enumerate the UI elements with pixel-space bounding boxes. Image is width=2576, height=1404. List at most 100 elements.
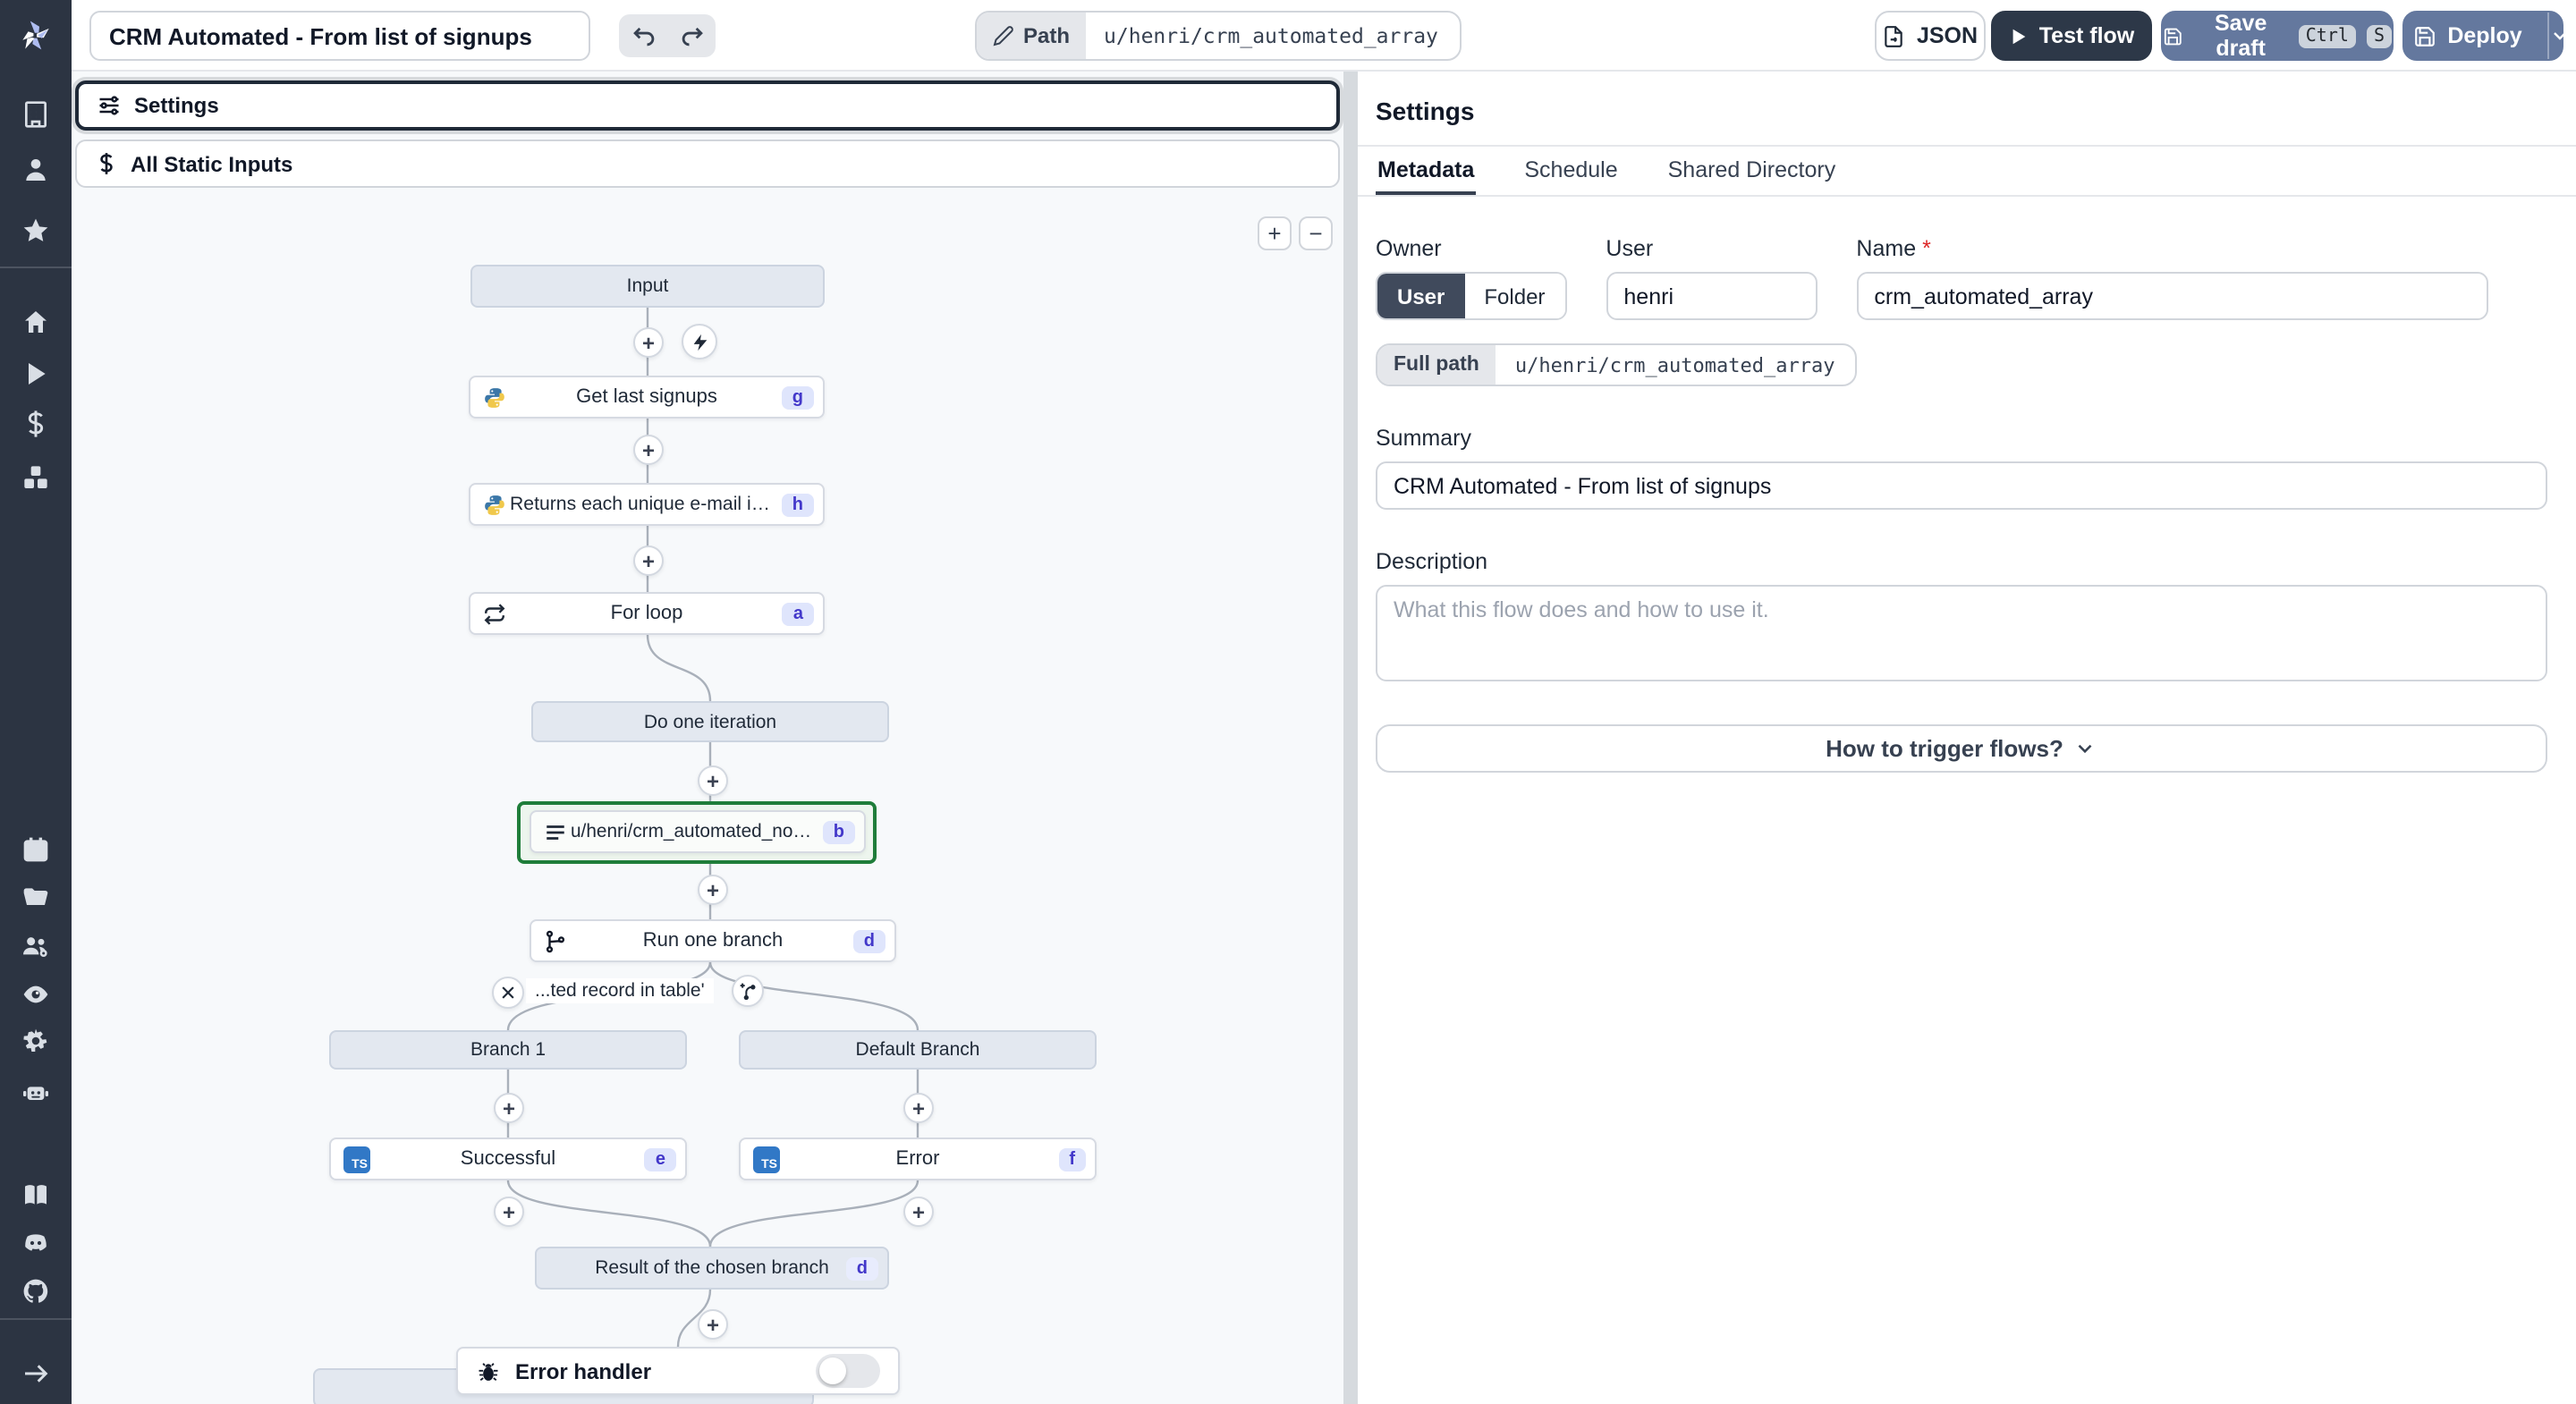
home-icon[interactable] — [21, 308, 50, 336]
json-button[interactable]: JSON — [1875, 11, 1986, 61]
save-draft-button[interactable]: Save draft Ctrl S — [2161, 11, 2394, 61]
node-run-one-branch[interactable]: Run one branch d — [530, 919, 896, 962]
flow-path-control[interactable]: Path u/henri/crm_automated_array — [975, 11, 1462, 61]
owner-label: Owner — [1376, 236, 1442, 261]
deploy-button[interactable]: Deploy — [2402, 11, 2566, 61]
bug-icon — [479, 1362, 498, 1381]
node-error[interactable]: TS Error f — [739, 1138, 1097, 1180]
owner-field-group: Owner User Folder — [1376, 236, 1567, 320]
typescript-icon: TS — [753, 1146, 780, 1172]
trigger-bolt-icon[interactable] — [682, 324, 717, 359]
building-icon[interactable] — [21, 100, 50, 129]
runs-play-icon[interactable] — [21, 359, 50, 388]
rail-divider — [0, 266, 72, 268]
tab-metadata[interactable]: Metadata — [1376, 147, 1477, 195]
add-step-button[interactable]: + — [633, 546, 664, 576]
node-subflow[interactable]: u/henri/crm_automated_no_human b — [530, 810, 866, 853]
star-icon[interactable] — [21, 216, 50, 245]
add-step-button[interactable]: + — [633, 327, 664, 358]
add-step-button[interactable]: + — [494, 1093, 524, 1123]
add-step-button[interactable]: + — [698, 1309, 728, 1340]
node-do-one-iteration[interactable]: Do one iteration — [531, 701, 889, 742]
schedules-calendar-icon[interactable] — [21, 835, 50, 864]
add-step-button[interactable]: + — [903, 1197, 934, 1227]
python-icon — [483, 493, 506, 516]
file-export-icon — [1885, 25, 1903, 47]
step-id-badge: g — [781, 385, 814, 409]
node-get-last-signups[interactable]: Get last signups g — [469, 376, 825, 419]
how-to-trigger-flows-button[interactable]: How to trigger flows? — [1376, 724, 2547, 773]
redo-button[interactable] — [667, 14, 716, 57]
settings-tabs: Metadata Schedule Shared Directory — [1358, 147, 2576, 197]
summary-label: Summary — [1376, 426, 1471, 451]
repeat-icon — [483, 602, 506, 625]
user-icon[interactable] — [21, 156, 50, 184]
full-path-display[interactable]: Full path u/henri/crm_automated_array — [1376, 343, 1857, 386]
branch-icon — [544, 929, 567, 952]
node-unique-emails[interactable]: Returns each unique e-mail in an array h — [469, 483, 825, 526]
node-branch-1[interactable]: Branch 1 — [329, 1030, 687, 1070]
flow-settings-button[interactable]: Settings — [75, 80, 1340, 131]
step-id-badge: h — [781, 493, 814, 516]
all-static-inputs-button[interactable]: All Static Inputs — [75, 140, 1340, 188]
node-successful[interactable]: TS Successful e — [329, 1138, 687, 1180]
flow-editor-app: Path u/henri/crm_automated_array JSON Te… — [0, 0, 2576, 1404]
add-step-button[interactable]: + — [903, 1093, 934, 1123]
flow-summary-input[interactable] — [89, 11, 590, 61]
full-path-label: Full path — [1377, 345, 1496, 385]
chevron-down-icon — [2079, 744, 2093, 754]
add-step-button[interactable]: + — [494, 1197, 524, 1227]
user-input[interactable] — [1606, 272, 1818, 320]
node-result-chosen-branch[interactable]: Result of the chosen branch d — [535, 1247, 889, 1290]
summary-input[interactable] — [1376, 461, 2547, 510]
owner-option-folder[interactable]: Folder — [1464, 274, 1565, 318]
deploy-main[interactable]: Deploy — [2395, 13, 2536, 59]
node-for-loop[interactable]: For loop a — [469, 592, 825, 635]
flow-canvas[interactable]: + − Input + Get last signups g + Returns… — [72, 197, 1343, 1404]
tab-shared-directory[interactable]: Shared Directory — [1666, 147, 1838, 195]
workers-robot-icon[interactable] — [21, 1078, 50, 1107]
windmill-logo-icon[interactable] — [0, 0, 72, 72]
full-path-value: u/henri/crm_automated_array — [1514, 353, 1835, 376]
error-handler-toggle[interactable] — [816, 1354, 880, 1388]
flow-path-value: u/henri/crm_automated_array — [1104, 23, 1438, 48]
zoom-in-button[interactable]: + — [1258, 216, 1292, 250]
play-icon — [2012, 28, 2026, 44]
name-input[interactable] — [1856, 272, 2488, 320]
node-input[interactable]: Input — [470, 265, 825, 308]
zoom-out-button[interactable]: − — [1299, 216, 1333, 250]
audit-eye-icon[interactable] — [21, 980, 50, 1009]
undo-button[interactable] — [619, 14, 667, 57]
expand-arrow-right-icon[interactable] — [21, 1359, 50, 1388]
folders-icon[interactable] — [21, 884, 50, 912]
step-id-badge: b — [822, 820, 855, 843]
description-textarea[interactable] — [1376, 585, 2547, 681]
groups-users-gear-icon[interactable] — [21, 932, 50, 960]
node-default-branch[interactable]: Default Branch — [739, 1030, 1097, 1070]
resources-cubes-icon[interactable] — [21, 463, 50, 492]
branch-condition-label: ...ted record in table' — [526, 978, 714, 1003]
owner-option-user[interactable]: User — [1377, 274, 1465, 318]
deploy-dropdown-button[interactable] — [2546, 13, 2571, 59]
add-step-button[interactable]: + — [698, 765, 728, 796]
add-step-button[interactable]: + — [633, 435, 664, 465]
tab-schedule[interactable]: Schedule — [1522, 147, 1619, 195]
step-id-badge: a — [782, 602, 814, 625]
test-flow-button[interactable]: Test flow — [1991, 11, 2152, 61]
variables-dollar-icon[interactable] — [21, 410, 50, 438]
required-asterisk: * — [1922, 236, 1931, 261]
settings-gear-icon[interactable] — [21, 1027, 50, 1055]
step-id-badge: e — [644, 1147, 676, 1171]
pencil-icon — [993, 26, 1013, 47]
undo-redo-group — [619, 14, 716, 57]
panel-splitter[interactable] — [1343, 72, 1358, 1404]
discord-icon[interactable] — [21, 1229, 50, 1257]
name-field-group: Name * — [1856, 236, 2488, 320]
error-handler-card[interactable]: Error handler — [456, 1347, 900, 1395]
remove-branch-icon[interactable] — [492, 977, 524, 1009]
github-icon[interactable] — [21, 1277, 50, 1306]
add-branch-icon[interactable] — [732, 975, 764, 1007]
docs-book-icon[interactable] — [21, 1180, 50, 1209]
dollar-icon — [100, 153, 113, 174]
add-step-button[interactable]: + — [698, 875, 728, 905]
